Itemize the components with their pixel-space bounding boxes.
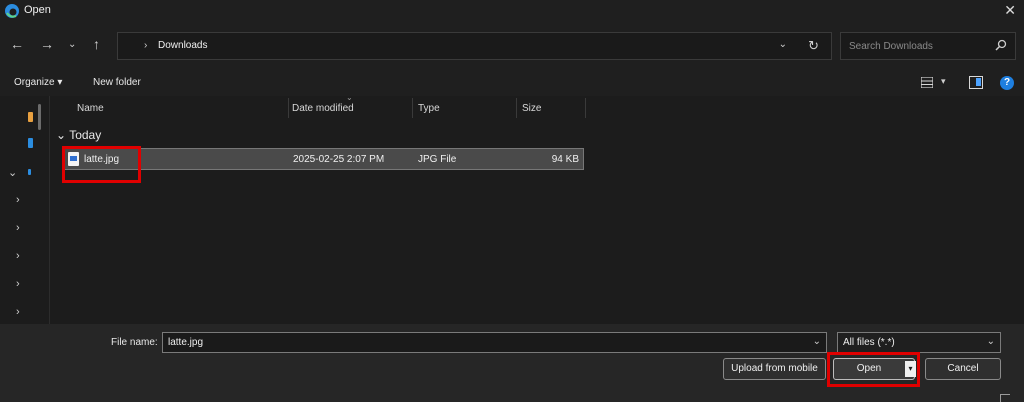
chevron-down-icon[interactable]: ⌄ (813, 336, 821, 347)
chevron-down-icon[interactable]: ▾ (941, 76, 946, 87)
resize-grip-icon[interactable] (1000, 394, 1010, 402)
title-bar: Open ✕ (0, 0, 1024, 22)
chevron-down-icon[interactable]: ⌄ (8, 166, 17, 179)
search-icon[interactable] (995, 39, 1007, 51)
folder-icon[interactable] (28, 169, 31, 175)
breadcrumb-downloads[interactable]: Downloads (158, 40, 207, 51)
chevron-down-icon[interactable]: ⌄ (68, 39, 76, 50)
help-icon[interactable]: ? (1000, 76, 1014, 90)
column-header-date-modified[interactable]: Date modified (292, 103, 354, 114)
file-name-value: latte.jpg (168, 337, 204, 348)
view-options-icon[interactable] (921, 77, 933, 88)
cancel-button[interactable]: Cancel (925, 358, 1001, 380)
chevron-right-icon[interactable]: › (16, 306, 20, 318)
chevron-down-icon[interactable]: ⌄ (779, 39, 787, 50)
column-divider[interactable] (516, 98, 517, 118)
filter-value: All files (*.*) (843, 337, 895, 348)
file-type-cell: JPG File (418, 154, 457, 165)
chevron-down-icon: ⌄ (56, 128, 67, 142)
scrollbar[interactable] (38, 104, 41, 130)
new-folder-button[interactable]: New folder (93, 77, 141, 88)
gallery-icon[interactable] (28, 138, 33, 148)
highlight-box (62, 146, 141, 183)
file-name-field[interactable]: latte.jpg ⌄ (162, 332, 827, 353)
upload-from-mobile-button[interactable]: Upload from mobile (723, 358, 826, 380)
column-divider[interactable] (585, 98, 586, 118)
organize-button[interactable]: Organize ▾ (14, 77, 62, 88)
chevron-right-icon[interactable]: › (16, 278, 20, 290)
breadcrumb-separator: › (144, 40, 148, 51)
search-placeholder: Search Downloads (849, 41, 933, 52)
column-header-size[interactable]: Size (522, 103, 541, 114)
home-icon[interactable] (28, 112, 33, 122)
edge-app-icon (5, 4, 19, 18)
group-label: Today (69, 128, 102, 142)
navigation-bar: ← → ⌄ ↑ › Downloads ⌄ ↻ Search Downloads (0, 22, 1024, 70)
search-input[interactable]: Search Downloads (840, 32, 1016, 60)
command-bar: Organize ▾ New folder ▾ ? (0, 70, 1024, 96)
highlight-box (827, 352, 920, 387)
arrow-left-icon[interactable]: ← (10, 36, 24, 52)
file-date-cell: 2025-02-25 2:07 PM (293, 154, 385, 165)
column-header-name[interactable]: Name (77, 103, 104, 114)
column-divider[interactable] (288, 98, 289, 118)
file-type-filter[interactable]: All files (*.*) ⌄ (837, 332, 1001, 353)
chevron-right-icon[interactable]: › (16, 194, 20, 206)
close-icon[interactable]: ✕ (1004, 2, 1016, 19)
refresh-icon[interactable]: ↻ (808, 38, 819, 54)
column-divider[interactable] (412, 98, 413, 118)
chevron-right-icon[interactable]: › (16, 222, 20, 234)
chevron-right-icon[interactable]: › (16, 250, 20, 262)
window-title: Open (24, 4, 51, 16)
preview-pane-icon[interactable] (969, 76, 983, 89)
sort-caret-icon: ⌄ (346, 93, 353, 102)
chevron-down-icon[interactable]: ⌄ (987, 336, 995, 347)
navigation-pane[interactable]: ⌄ › › › › › (0, 96, 50, 324)
file-list: ⌄ Name Date modified Type Size ⌄ Today l… (51, 93, 1024, 324)
arrow-up-icon[interactable]: ↑ (93, 36, 100, 52)
file-size-cell: 94 KB (551, 154, 579, 165)
arrow-right-icon[interactable]: → (40, 36, 54, 52)
column-header-type[interactable]: Type (418, 103, 440, 114)
file-name-label: File name: (111, 337, 158, 348)
group-header-today[interactable]: ⌄ Today (56, 128, 101, 142)
address-bar[interactable]: › Downloads ⌄ ↻ (117, 32, 832, 60)
